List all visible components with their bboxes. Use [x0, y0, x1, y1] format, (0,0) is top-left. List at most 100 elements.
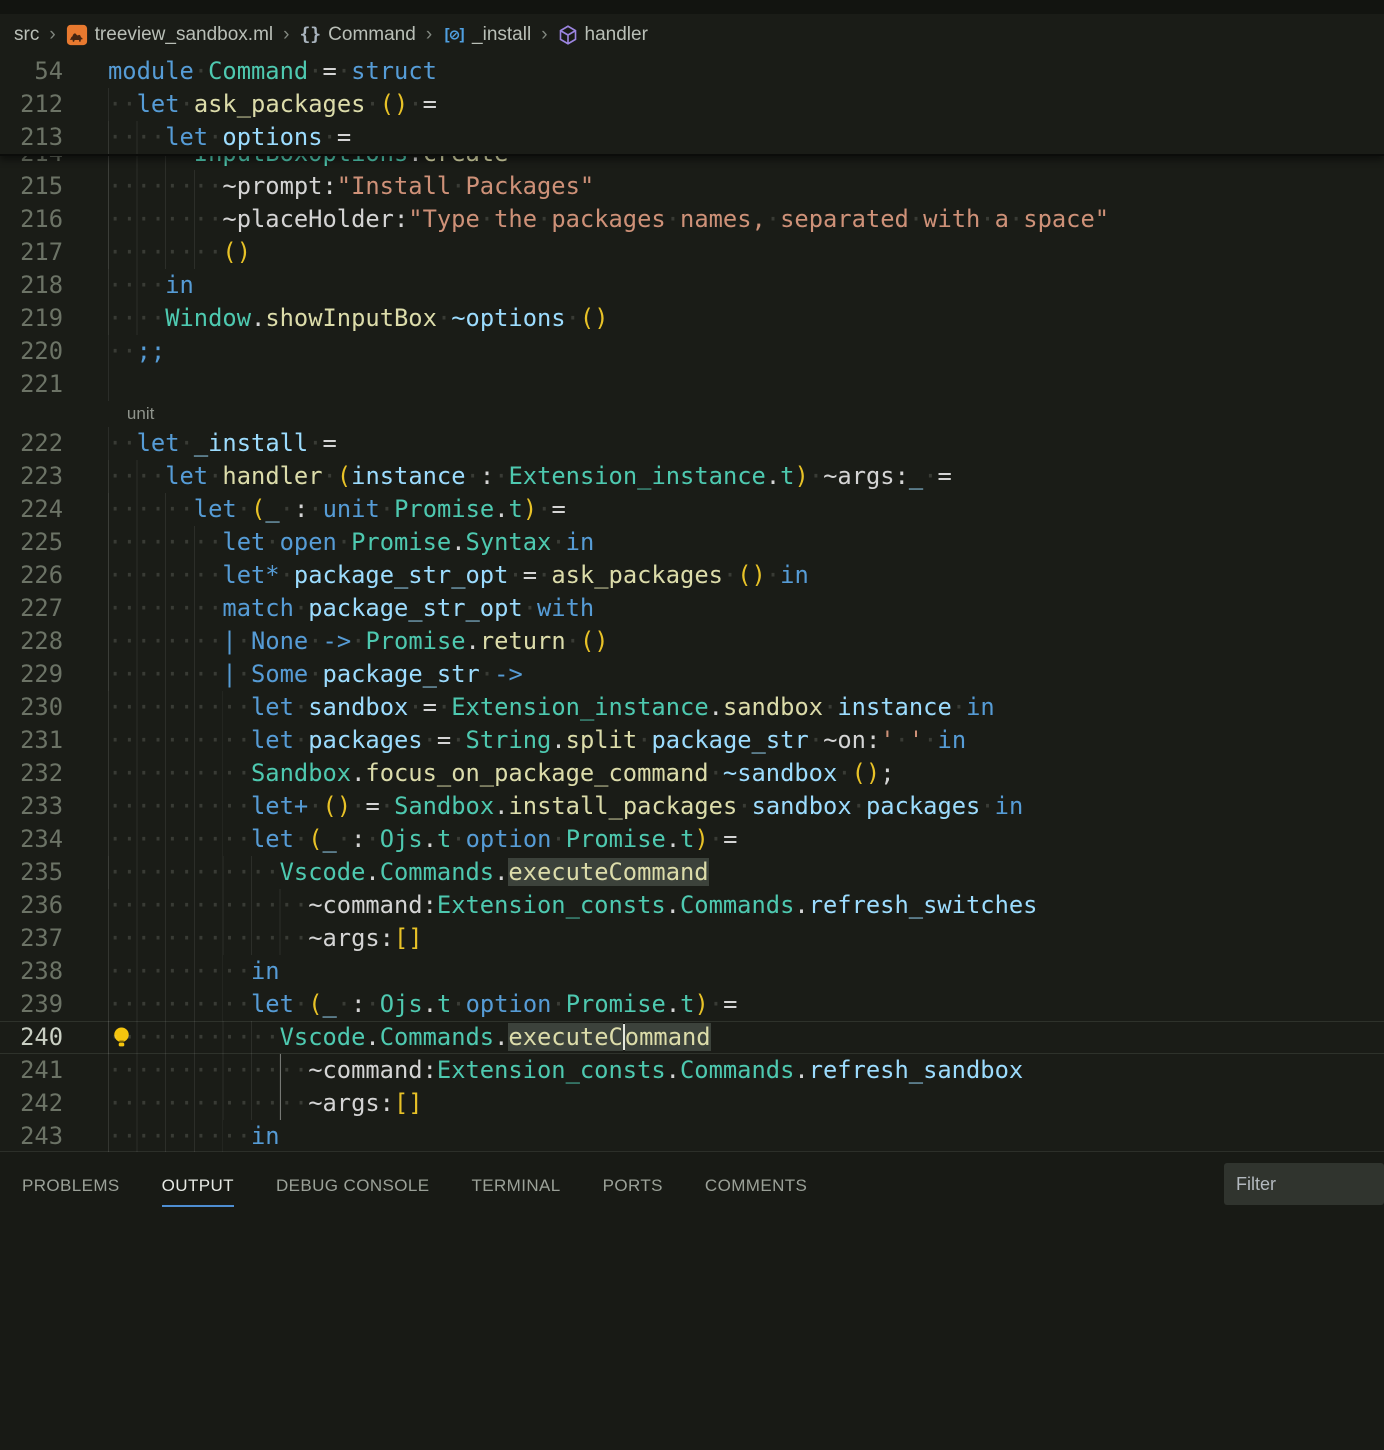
code-line[interactable]: 236··············~command:Extension_cons…	[0, 889, 1384, 922]
line-number[interactable]: 220	[0, 335, 63, 368]
code-line[interactable]: 235············Vscode.Commands.executeCo…	[0, 856, 1384, 889]
code-line[interactable]: 238··········in	[0, 955, 1384, 988]
line-number[interactable]: 236	[0, 889, 63, 922]
line-number[interactable]: 238	[0, 955, 63, 988]
indent-guides	[108, 1021, 252, 1054]
line-number[interactable]: 241	[0, 1054, 63, 1087]
line-number[interactable]: 216	[0, 203, 63, 236]
line-number[interactable]: 223	[0, 460, 63, 493]
panel-tab-debug-console[interactable]: DEBUG CONSOLE	[276, 1176, 430, 1207]
breadcrumb-item-handler[interactable]: handler	[558, 24, 648, 46]
line-number[interactable]: 54	[0, 55, 63, 88]
breadcrumb-item-treeview_sandbox.ml[interactable]: treeview_sandbox.ml	[66, 24, 273, 46]
whitespace-dots: ·	[323, 123, 337, 151]
line-number[interactable]: 218	[0, 269, 63, 302]
line-number[interactable]: 239	[0, 988, 63, 1021]
whitespace-dots: ·	[308, 660, 322, 688]
code-line[interactable]: 215········~prompt:"Install·Packages"	[0, 170, 1384, 203]
code-line[interactable]: 230··········let·sandbox·=·Extension_ins…	[0, 691, 1384, 724]
panel-tab-ports[interactable]: PORTS	[603, 1176, 663, 1207]
code-line[interactable]: 227········match·package_str_opt·with	[0, 592, 1384, 625]
code-line[interactable]: 224······let·(_·:·unit·Promise.t)·=	[0, 493, 1384, 526]
whitespace-dots: ·	[980, 205, 994, 233]
sticky-line[interactable]: 212··let·ask_packages·()·=	[0, 88, 1384, 121]
whitespace-dots: ·	[566, 627, 580, 655]
code-line[interactable]: 220··;;	[0, 335, 1384, 368]
line-number[interactable]: 232	[0, 757, 63, 790]
indent-guides	[108, 790, 223, 823]
line-number[interactable]: 235	[0, 856, 63, 889]
code-line[interactable]: 222··let·_install·=	[0, 427, 1384, 460]
line-number[interactable]: 228	[0, 625, 63, 658]
code-line[interactable]: 223····let·handler·(instance·:·Extension…	[0, 460, 1384, 493]
text-cursor	[623, 1024, 625, 1050]
whitespace-dots: ·	[294, 693, 308, 721]
breadcrumb-separator-icon: ›	[540, 24, 548, 46]
line-number[interactable]: 215	[0, 170, 63, 203]
code-line[interactable]: 243··········in	[0, 1120, 1384, 1152]
line-number[interactable]: 231	[0, 724, 63, 757]
line-number[interactable]: 212	[0, 88, 63, 121]
code-line[interactable]: 217········()	[0, 236, 1384, 269]
code-line[interactable]: 225········let·open·Promise.Syntax·in	[0, 526, 1384, 559]
code-line[interactable]: 231··········let·packages·=·String.split…	[0, 724, 1384, 757]
code-line[interactable]: 237··············~args:[]	[0, 922, 1384, 955]
line-number[interactable]: 243	[0, 1120, 63, 1152]
panel-tab-terminal[interactable]: TERMINAL	[471, 1176, 560, 1207]
whitespace-dots: ·	[351, 792, 365, 820]
line-number[interactable]: 242	[0, 1087, 63, 1120]
code-line[interactable]: 242··············~args:[]	[0, 1087, 1384, 1120]
code-text: ··············~command:Extension_consts.…	[108, 1054, 1023, 1087]
sticky-line[interactable]: 54module·Command·=·struct	[0, 55, 1384, 88]
breadcrumb-item-_install[interactable]: [⊘]_install	[442, 24, 531, 46]
panel-tab-problems[interactable]: PROBLEMS	[22, 1176, 120, 1207]
line-number[interactable]: 219	[0, 302, 63, 335]
code-text: ········let*·package_str_opt·=·ask_packa…	[108, 559, 809, 592]
line-number[interactable]: 217	[0, 236, 63, 269]
code-line[interactable]: 232··········Sandbox.focus_on_package_co…	[0, 757, 1384, 790]
breadcrumb-item-command[interactable]: {}Command	[299, 24, 415, 46]
code-line[interactable]: 219····Window.showInputBox·~options·()	[0, 302, 1384, 335]
code-line[interactable]: 226 ········let*·package_str_opt·=·ask_pa…	[0, 559, 1384, 592]
filter-input[interactable]	[1224, 1163, 1384, 1205]
breadcrumb-item-src[interactable]: src	[14, 24, 39, 46]
code-line[interactable]: 229········|·Some·package_str·->	[0, 658, 1384, 691]
breadcrumb-label: _install	[472, 24, 531, 46]
line-number[interactable]: 224	[0, 493, 63, 526]
line-number[interactable]: 227	[0, 592, 63, 625]
code-line[interactable]: 234 ··········let·(_·:·Ojs.t·option·Promi…	[0, 823, 1384, 856]
code-line[interactable]: 241 ··············~command:Extension_cons…	[0, 1054, 1384, 1087]
code-text: ········~placeHolder:"Type·the·packages·…	[108, 203, 1109, 236]
line-number[interactable]: 240	[0, 1021, 63, 1054]
cube-icon	[558, 25, 578, 45]
code-line[interactable]: 221	[0, 368, 1384, 401]
panel-tab-comments[interactable]: COMMENTS	[705, 1176, 807, 1207]
code-text: ············Vscode.Commands.executeComma…	[108, 1021, 711, 1054]
whitespace-dots: ·	[437, 693, 451, 721]
line-number[interactable]: 225	[0, 526, 63, 559]
panel-tab-output[interactable]: OUTPUT	[162, 1176, 234, 1207]
code-text: ··········let·(_·:·Ojs.t·option·Promise.…	[108, 823, 737, 856]
line-number[interactable]: 221	[0, 368, 63, 401]
code-line[interactable]: 228········|·None·->·Promise.return·()	[0, 625, 1384, 658]
code-line[interactable]: 233··········let+·()·=·Sandbox.install_p…	[0, 790, 1384, 823]
code-line[interactable]: 216 ········~placeHolder:"Type·the·packag…	[0, 203, 1384, 236]
code-text: ··········let·sandbox·=·Extension_instan…	[108, 691, 995, 724]
code-line[interactable]: 218····in	[0, 269, 1384, 302]
whitespace-dots: ··	[108, 90, 137, 118]
line-number[interactable]: 234	[0, 823, 63, 856]
line-number[interactable]: 229	[0, 658, 63, 691]
line-number[interactable]: 226	[0, 559, 63, 592]
codelens[interactable]: unit	[127, 401, 154, 427]
whitespace-dots: ·	[308, 57, 322, 85]
code-text: ····let·options·=	[108, 121, 351, 154]
code-line[interactable]: 239··········let·(_·:·Ojs.t·option·Promi…	[0, 988, 1384, 1021]
sticky-line[interactable]: 213 ····let·options·=	[0, 121, 1384, 154]
line-number[interactable]: 213	[0, 121, 63, 154]
line-number[interactable]: 233	[0, 790, 63, 823]
code-line[interactable]: 240 ············Vscode.Commands.executeCo…	[0, 1021, 1384, 1054]
line-number[interactable]: 237	[0, 922, 63, 955]
whitespace-dots: ·	[766, 561, 780, 589]
line-number[interactable]: 222	[0, 427, 63, 460]
line-number[interactable]: 230	[0, 691, 63, 724]
